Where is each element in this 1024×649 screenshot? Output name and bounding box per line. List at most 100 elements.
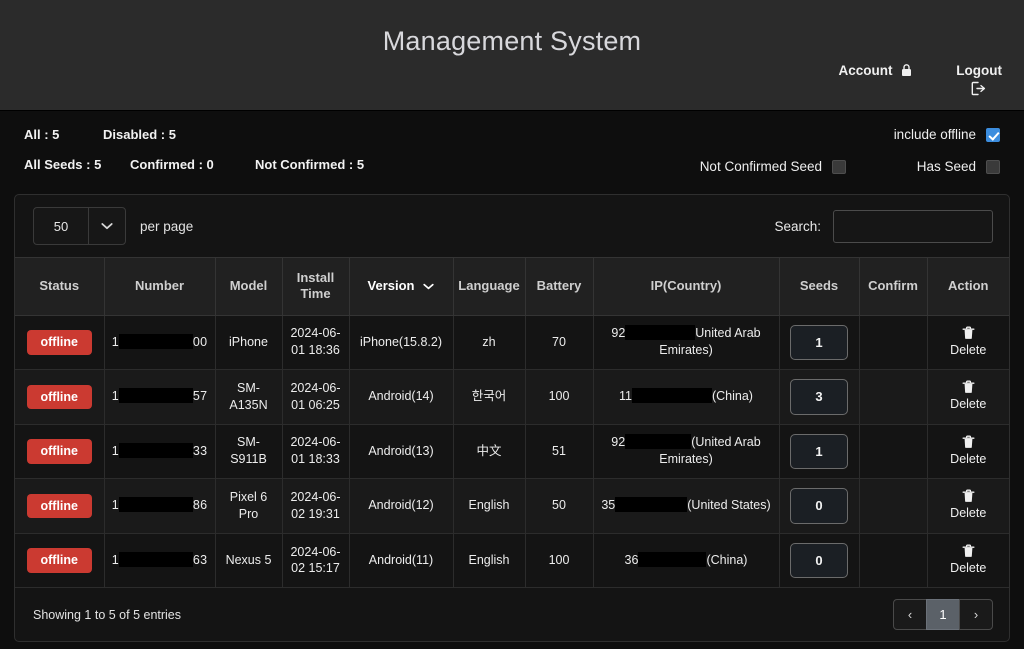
table-toolbar: 50 per page Search:: [15, 195, 1009, 257]
table-row: offline100iPhone2024-06-01 18:36iPhone(1…: [15, 315, 1009, 370]
column-header-status[interactable]: Status: [15, 258, 104, 316]
column-label: Battery: [537, 278, 582, 294]
cell-install-time: 2024-06-01 06:25: [282, 370, 349, 425]
cell-model: Pixel 6 Pro: [215, 479, 282, 534]
page-title: Management System: [0, 0, 1024, 57]
cell-number: 100: [104, 315, 215, 370]
stats-summary: All : 5 Disabled : 5 All Seeds : 5 Confi…: [24, 127, 1000, 172]
has-seed-checkbox-group[interactable]: Has Seed: [917, 159, 1000, 174]
cell-model: Nexus 5: [215, 533, 282, 588]
status-badge[interactable]: offline: [27, 439, 93, 464]
column-header-language[interactable]: Language: [453, 258, 525, 316]
cell-confirm: [859, 424, 927, 479]
chevron-down-icon[interactable]: [89, 208, 125, 244]
stat-not-confirmed: Not Confirmed : 5: [255, 157, 364, 172]
account-link[interactable]: Account: [839, 62, 913, 82]
cell-status: offline: [15, 315, 104, 370]
pagination-page-1[interactable]: 1: [926, 599, 960, 630]
delete-button[interactable]: Delete: [934, 489, 1004, 520]
cell-model: SM-A135N: [215, 370, 282, 425]
redaction-bar: [119, 334, 193, 349]
column-header-number[interactable]: Number: [104, 258, 215, 316]
cell-version: Android(12): [349, 479, 453, 534]
include-offline-checkbox[interactable]: [986, 128, 1000, 142]
column-label: Seeds: [800, 278, 838, 294]
logout-link[interactable]: Logout: [956, 62, 1002, 101]
table-row: offline186Pixel 6 Pro2024-06-02 19:31And…: [15, 479, 1009, 534]
cell-number: 157: [104, 370, 215, 425]
has-seed-checkbox[interactable]: [986, 160, 1000, 174]
search-group: Search:: [774, 210, 993, 243]
cell-install-time: 2024-06-02 15:17: [282, 533, 349, 588]
cell-confirm: [859, 315, 927, 370]
cell-seeds: 1: [779, 315, 859, 370]
redaction-bar: [625, 434, 691, 449]
cell-battery: 51: [525, 424, 593, 479]
redaction-bar: [119, 443, 193, 458]
column-label: IP(Country): [651, 278, 722, 294]
column-header-action[interactable]: Action: [927, 258, 1009, 316]
status-badge[interactable]: offline: [27, 330, 93, 355]
include-offline-label: include offline: [894, 127, 976, 142]
cell-ip-country: 92(United Arab Emirates): [593, 424, 779, 479]
column-label: Confirm: [868, 278, 918, 294]
devices-panel: 50 per page Search: Status Number: [14, 194, 1010, 642]
redaction-bar: [119, 552, 193, 567]
cell-language: 한국어: [453, 370, 525, 425]
not-confirmed-seed-checkbox[interactable]: [832, 160, 846, 174]
redaction-bar: [119, 388, 193, 403]
column-header-seeds[interactable]: Seeds: [779, 258, 859, 316]
not-confirmed-seed-checkbox-group[interactable]: Not Confirmed Seed: [700, 159, 846, 174]
cell-status: offline: [15, 533, 104, 588]
column-header-confirm[interactable]: Confirm: [859, 258, 927, 316]
cell-model: SM-S911B: [215, 424, 282, 479]
status-badge[interactable]: offline: [27, 494, 93, 519]
seeds-count-button[interactable]: 0: [790, 543, 848, 579]
column-label: Install Time: [287, 270, 345, 303]
search-input[interactable]: [833, 210, 993, 243]
column-header-ip-country[interactable]: IP(Country): [593, 258, 779, 316]
seeds-count-button[interactable]: 1: [790, 434, 848, 470]
trash-icon: [934, 380, 1004, 394]
search-label: Search:: [774, 219, 821, 234]
cell-status: offline: [15, 479, 104, 534]
per-page-select[interactable]: 50: [33, 207, 126, 245]
delete-button[interactable]: Delete: [934, 544, 1004, 575]
cell-battery: 70: [525, 315, 593, 370]
seeds-count-button[interactable]: 3: [790, 379, 848, 415]
table-row: offline163Nexus 52024-06-02 15:17Android…: [15, 533, 1009, 588]
trash-icon: [934, 326, 1004, 340]
cell-number: 133: [104, 424, 215, 479]
has-seed-label: Has Seed: [917, 159, 976, 174]
table-body: offline100iPhone2024-06-01 18:36iPhone(1…: [15, 315, 1009, 588]
column-header-install-time[interactable]: Install Time: [282, 258, 349, 316]
stats-row-seeds: All Seeds : 5 Confirmed : 0 Not Confirme…: [24, 157, 1000, 172]
stats-row-counts: All : 5 Disabled : 5: [24, 127, 1000, 142]
seeds-count-button[interactable]: 1: [790, 325, 848, 361]
not-confirmed-seed-label: Not Confirmed Seed: [700, 159, 822, 174]
app-header: Management System Account Logout: [0, 0, 1024, 111]
seeds-count-button[interactable]: 0: [790, 488, 848, 524]
pagination: ‹ 1 ›: [893, 599, 993, 630]
status-badge[interactable]: offline: [27, 548, 93, 573]
cell-version: iPhone(15.8.2): [349, 315, 453, 370]
pagination-next[interactable]: ›: [959, 599, 993, 630]
column-header-model[interactable]: Model: [215, 258, 282, 316]
cell-action: Delete: [927, 424, 1009, 479]
column-header-version[interactable]: Version: [349, 258, 453, 316]
cell-model: iPhone: [215, 315, 282, 370]
column-header-battery[interactable]: Battery: [525, 258, 593, 316]
stat-disabled: Disabled : 5: [103, 127, 176, 142]
delete-button[interactable]: Delete: [934, 435, 1004, 466]
status-badge[interactable]: offline: [27, 385, 93, 410]
cell-version: Android(14): [349, 370, 453, 425]
redaction-bar: [625, 325, 695, 340]
cell-action: Delete: [927, 315, 1009, 370]
pagination-prev[interactable]: ‹: [893, 599, 927, 630]
delete-button[interactable]: Delete: [934, 326, 1004, 357]
cell-version: Android(13): [349, 424, 453, 479]
include-offline-checkbox-group[interactable]: include offline: [894, 127, 1000, 142]
delete-button[interactable]: Delete: [934, 380, 1004, 411]
lock-icon: [901, 64, 912, 82]
per-page-value: 50: [34, 208, 89, 244]
